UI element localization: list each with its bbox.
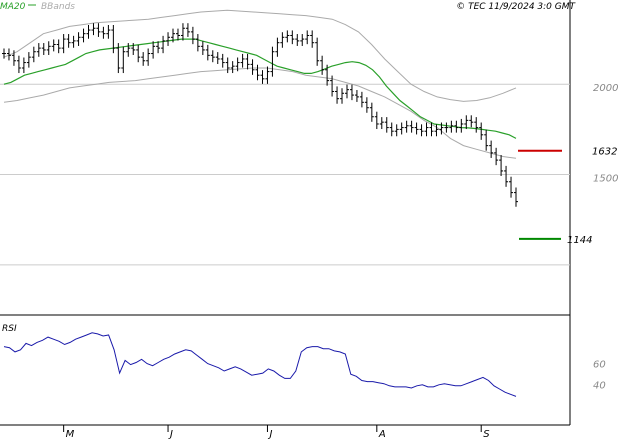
month-label: S: [483, 429, 490, 440]
price-panel: 1632 1144 2000 1500: [0, 0, 618, 426]
copyright-text: © TEC 11/9/2024 3:0 GMT: [456, 2, 576, 12]
stock-chart: 1632 1144 2000 1500 RSI 60 40 M J J A S MA20 BB…: [0, 0, 618, 440]
legend-ma20: MA20: [0, 2, 26, 12]
price-tick-label: 2000: [593, 83, 618, 94]
rsi-panel: RSI 60 40: [2, 324, 606, 397]
month-label: J: [267, 429, 272, 440]
bband-lower: [3, 67, 517, 159]
rsi-label: RSI: [2, 324, 17, 334]
price-grid: [0, 83, 570, 266]
price-bars: [2, 23, 518, 207]
ma20-path: [3, 38, 517, 139]
legend-bbands: BBands: [41, 2, 75, 12]
price-axis-labels: 2000 1500: [593, 83, 618, 184]
month-axis: MJJAS: [63, 425, 490, 440]
month-label: M: [66, 429, 75, 440]
month-label: A: [378, 429, 386, 440]
rsi-tick-label: 40: [593, 381, 606, 392]
rsi-axis-labels: 60 40: [593, 359, 606, 391]
legend: MA20 BBands: [0, 2, 75, 12]
price-tick-label: 1500: [593, 174, 618, 185]
rsi-path: [3, 332, 517, 397]
ma20-line: [3, 38, 517, 139]
month-label: J: [168, 429, 173, 440]
resistance-label: 1632: [592, 147, 617, 158]
support-resistance-levels: 1632 1144: [518, 147, 617, 246]
support-label: 1144: [567, 235, 592, 246]
rsi-tick-label: 60: [593, 359, 606, 370]
rsi-line: [3, 332, 517, 397]
